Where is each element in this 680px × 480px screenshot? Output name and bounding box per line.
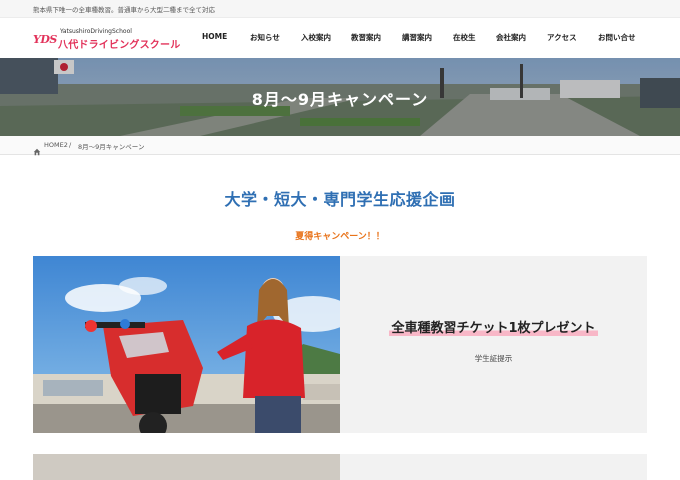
nav-home[interactable]: HOME bbox=[202, 32, 227, 41]
nav-contact[interactable]: お問い合せ bbox=[598, 32, 636, 43]
nav-courses[interactable]: 教習案内 bbox=[351, 32, 381, 43]
breadcrumb: HOME2 / 8月～9月キャンペーン bbox=[0, 136, 680, 156]
logo-english-name: YatsushiroDrivingSchool bbox=[60, 28, 132, 35]
breadcrumb-current: 8月～9月キャンペーン bbox=[78, 143, 145, 151]
campaign-photo-2 bbox=[33, 454, 340, 480]
page-title: 8月～9月キャンペーン bbox=[251, 90, 429, 109]
campaign-card-2 bbox=[33, 454, 647, 480]
nav-lectures[interactable]: 講習案内 bbox=[402, 32, 432, 43]
campaign-card: 全車種教習チケット1枚プレゼント 学生証提示 bbox=[33, 256, 647, 433]
campaign-title-text: 全車種教習チケット1枚プレゼント bbox=[389, 321, 598, 336]
logo-mark: YDS bbox=[33, 33, 57, 46]
nav-students[interactable]: 在校生 bbox=[453, 32, 476, 43]
campaign-photo bbox=[33, 256, 340, 433]
nav-admission[interactable]: 入校案内 bbox=[301, 32, 331, 43]
hero-banner: 8月～9月キャンペーン bbox=[0, 58, 680, 136]
campaign-subheading: 夏得キャンペーン！！ bbox=[295, 232, 385, 242]
nav-company[interactable]: 会社案内 bbox=[496, 32, 526, 43]
campaign-note: 学生証提示 bbox=[474, 354, 513, 363]
site-logo[interactable]: YDS YatsushiroDrivingSchool 八代ドライビングスクール bbox=[33, 27, 180, 51]
global-nav: HOME お知らせ 入校案内 教習案内 講習案内 在校生 会社案内 アクセス お… bbox=[190, 18, 650, 58]
breadcrumb-separator: / bbox=[69, 141, 72, 149]
top-info-bar: 熊本県下唯一の全車種教習。普通車から大型二種まで全て対応 bbox=[0, 0, 680, 18]
logo-japanese-name: 八代ドライビングスクール bbox=[58, 40, 181, 51]
breadcrumb-home-link[interactable]: HOME2 bbox=[44, 141, 68, 149]
nav-news[interactable]: お知らせ bbox=[250, 32, 280, 43]
section-heading: 大学・短大・専門学生応援企画 bbox=[224, 190, 456, 209]
tagline: 熊本県下唯一の全車種教習。普通車から大型二種まで全て対応 bbox=[33, 6, 215, 14]
nav-access[interactable]: アクセス bbox=[547, 32, 577, 43]
site-header: YDS YatsushiroDrivingSchool 八代ドライビングスクール… bbox=[0, 18, 680, 58]
home-icon bbox=[33, 141, 41, 160]
campaign-title: 全車種教習チケット1枚プレゼント bbox=[340, 317, 647, 336]
